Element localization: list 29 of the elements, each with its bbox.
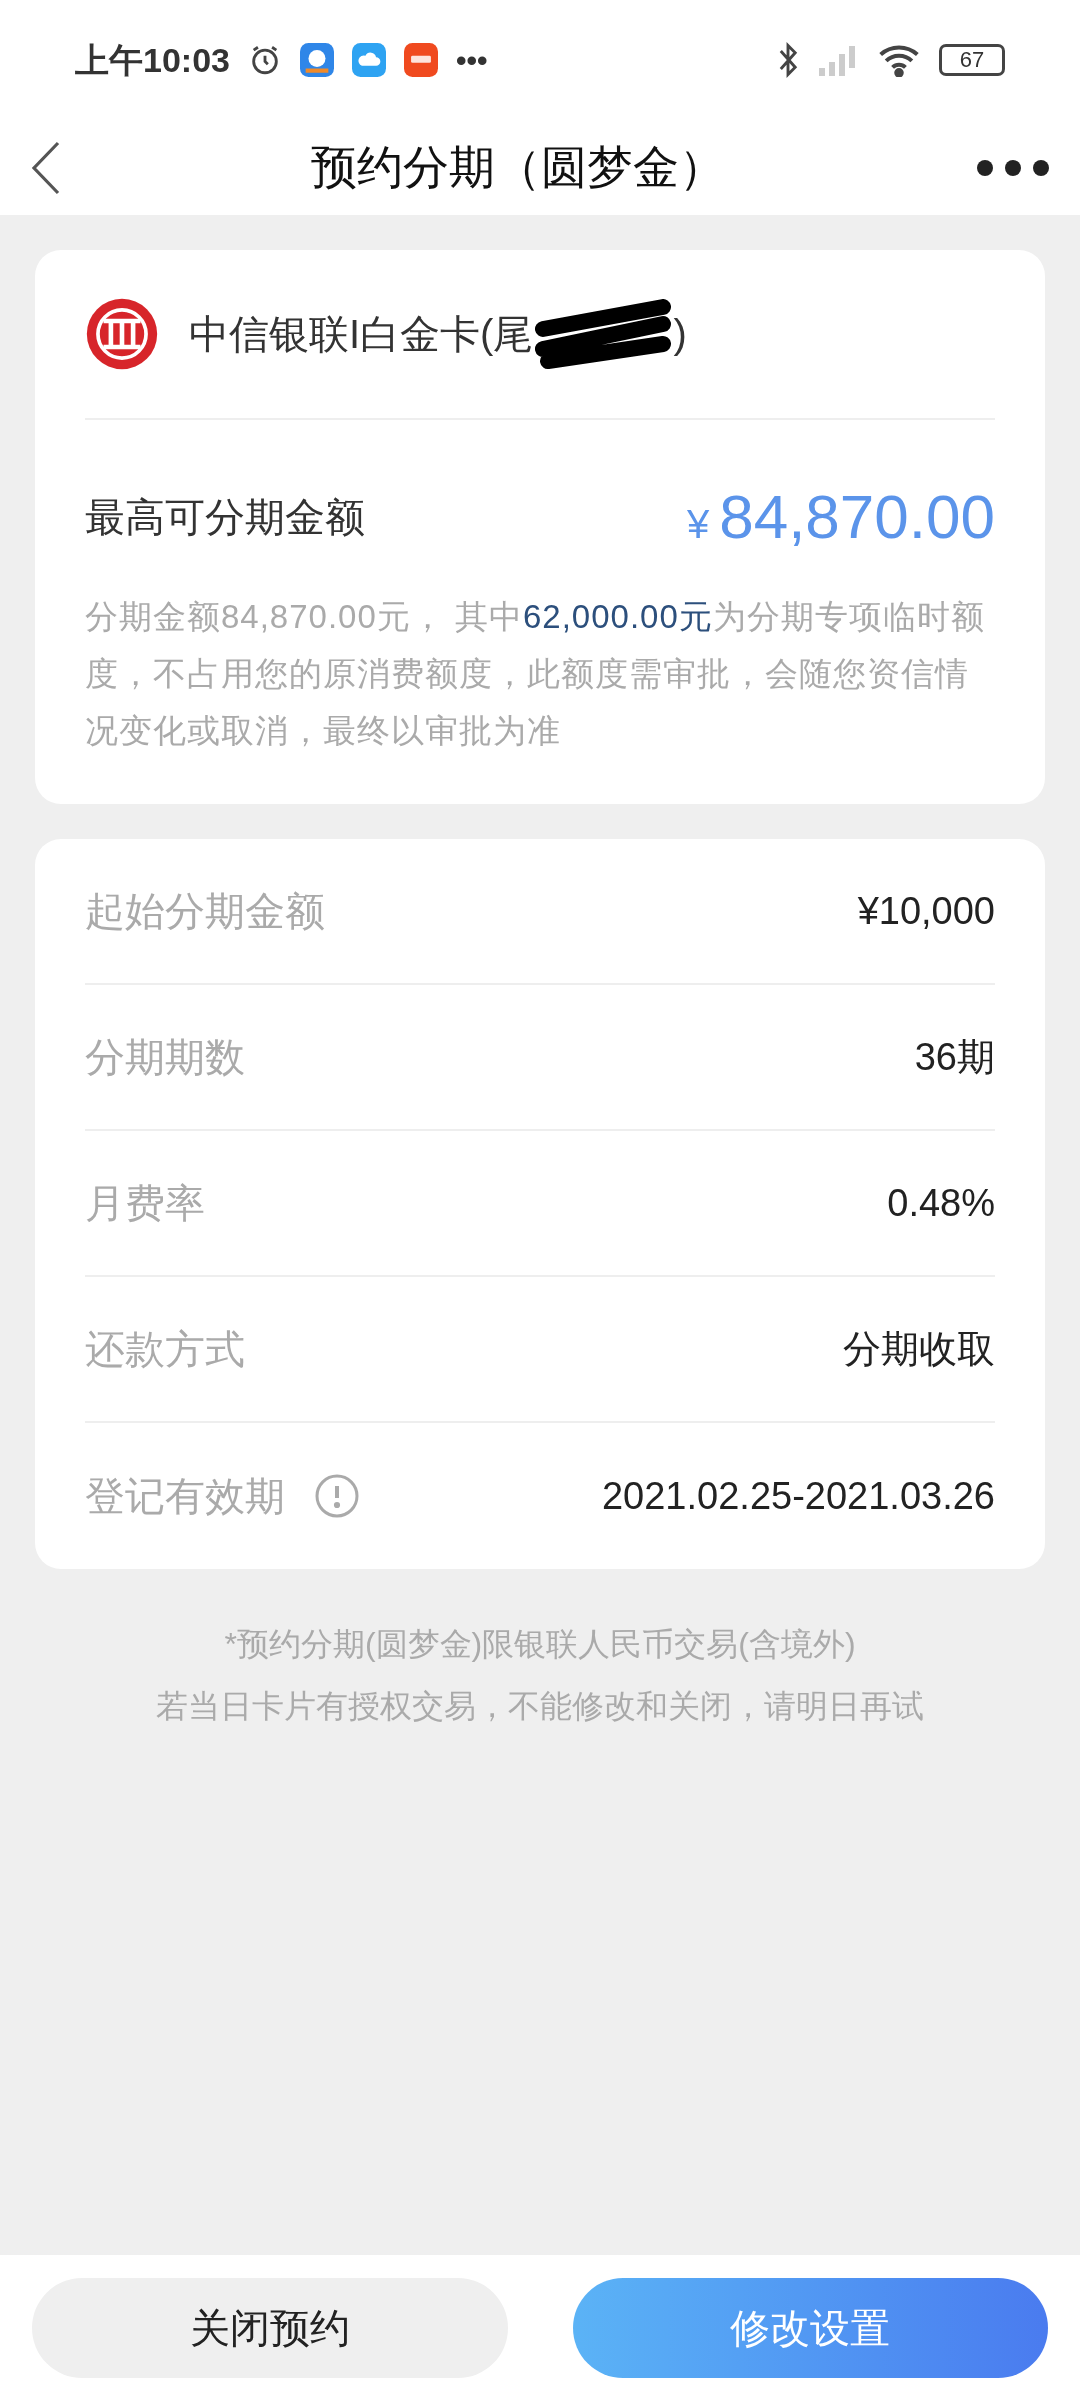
detail-label: 月费率 [85,1180,205,1227]
card-name-end: ) [673,311,687,358]
detail-value: 0.48% [887,1180,995,1226]
app-icon [299,43,334,77]
bank-logo-icon [85,297,159,371]
more-icon[interactable] [976,158,1050,177]
battery-indicator: 67 [939,44,1005,76]
card-name: 中信银联I白金卡(尾 [189,311,534,358]
cloud-app-icon [351,43,386,77]
limit-amount: 84,870.00 [719,481,995,553]
detail-value: 2021.02.25-2021.03.26 [601,1473,995,1519]
limit-label: 最高可分期金额 [85,493,365,541]
more-notifications: ••• [455,42,488,79]
detail-label: 分期期数 [85,1034,245,1081]
page-title: 预约分期（圆梦金） [311,140,725,195]
note-text: 若当日卡片有授权交易，不能修改和关闭，请明日再试 [156,1687,924,1726]
wifi-icon [877,43,921,77]
detail-label: 起始分期金额 [85,888,325,935]
detail-value: 分期收取 [843,1326,995,1372]
detail-label: 登记有效期 [85,1473,285,1520]
detail-label: 还款方式 [85,1326,245,1373]
status-time: 上午10:03 [75,39,230,81]
app-icon [403,43,438,77]
close-booking-button[interactable]: 关闭预约 [32,2277,508,2378]
limit-description: 分期金额84,870.00元， 其中62,000.00元为分期专项临时额度，不占用您的原消费额度，此额度需审批，会随您资信情况变化或取消，最终以审批为准 [85,597,986,751]
detail-value: ¥10,000 [857,888,995,934]
detail-value: 36期 [914,1034,995,1080]
note-text: *预约分期(圆梦金)限银联人民币交易(含境外) [224,1625,856,1664]
currency-symbol: ¥ [686,501,710,548]
